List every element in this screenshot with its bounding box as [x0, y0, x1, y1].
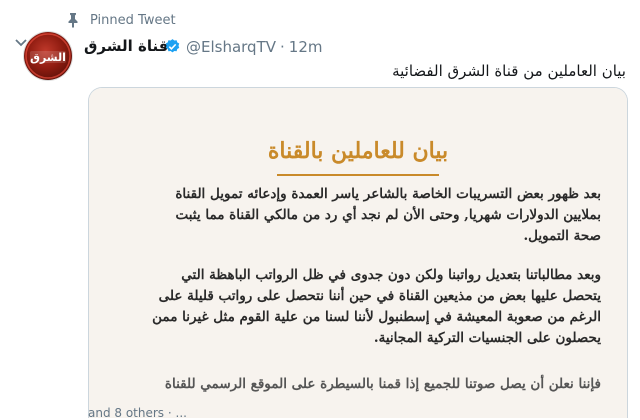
document-paragraph-3: فإننا نعلن أن يصل صوتنا للجميع إذا قمنا … — [111, 374, 601, 395]
tweet-header: قناة الشرق @ElsharqTV · 12m — [0, 36, 640, 58]
paragraph-line: الرغم من صعوبة المعيشة في إسطنبول لأننا … — [152, 309, 601, 325]
tweet-text: بيان العاملين من قناة الشرق الفضائية — [392, 62, 626, 80]
document-image: بيان للعاملين بالقناة بعد ظهور بعض التسر… — [89, 88, 627, 418]
pin-icon — [68, 13, 78, 28]
handle-time: @ElsharqTV · 12m — [186, 38, 327, 56]
tagged-users[interactable]: and 8 others · ... — [88, 406, 187, 420]
pinned-row: Pinned Tweet — [66, 11, 176, 29]
pinned-label: Pinned Tweet — [90, 12, 176, 28]
media-card[interactable]: بيان للعاملين بالقناة بعد ظهور بعض التسر… — [88, 87, 628, 418]
paragraph-line: يحصلون على الجنسيات التركية المجانية. — [373, 330, 601, 346]
document-title: بيان للعاملين بالقناة — [267, 138, 449, 164]
paragraph-line: يتحصل عليها بعض من مذيعين القناة في حين … — [158, 288, 601, 304]
handle[interactable]: @ElsharqTV — [186, 38, 276, 56]
title-underline — [277, 174, 439, 176]
chevron-down-icon[interactable] — [14, 38, 28, 48]
verified-icon — [165, 39, 180, 53]
paragraph-line: وبعد مطالباتنا بتعديل رواتبنا ولكن دون ج… — [181, 267, 601, 283]
paragraph-line: فإننا نعلن أن يصل صوتنا للجميع إذا قمنا … — [164, 376, 601, 392]
paragraph-line: بملايين الدولارات شهريا, وحتى الأن لم نج… — [175, 207, 601, 223]
document-paragraph-2: وبعد مطالباتنا بتعديل رواتبنا ولكن دون ج… — [111, 265, 601, 349]
paragraph-line: صحة التمويل. — [523, 228, 601, 244]
paragraph-line: بعد ظهور بعض التسريبات الخاصة بالشاعر يا… — [175, 186, 601, 202]
document-paragraph-1: بعد ظهور بعض التسريبات الخاصة بالشاعر يا… — [111, 184, 601, 247]
display-name[interactable]: قناة الشرق — [84, 37, 168, 55]
separator: · — [280, 38, 285, 56]
timestamp[interactable]: 12m — [289, 38, 323, 56]
